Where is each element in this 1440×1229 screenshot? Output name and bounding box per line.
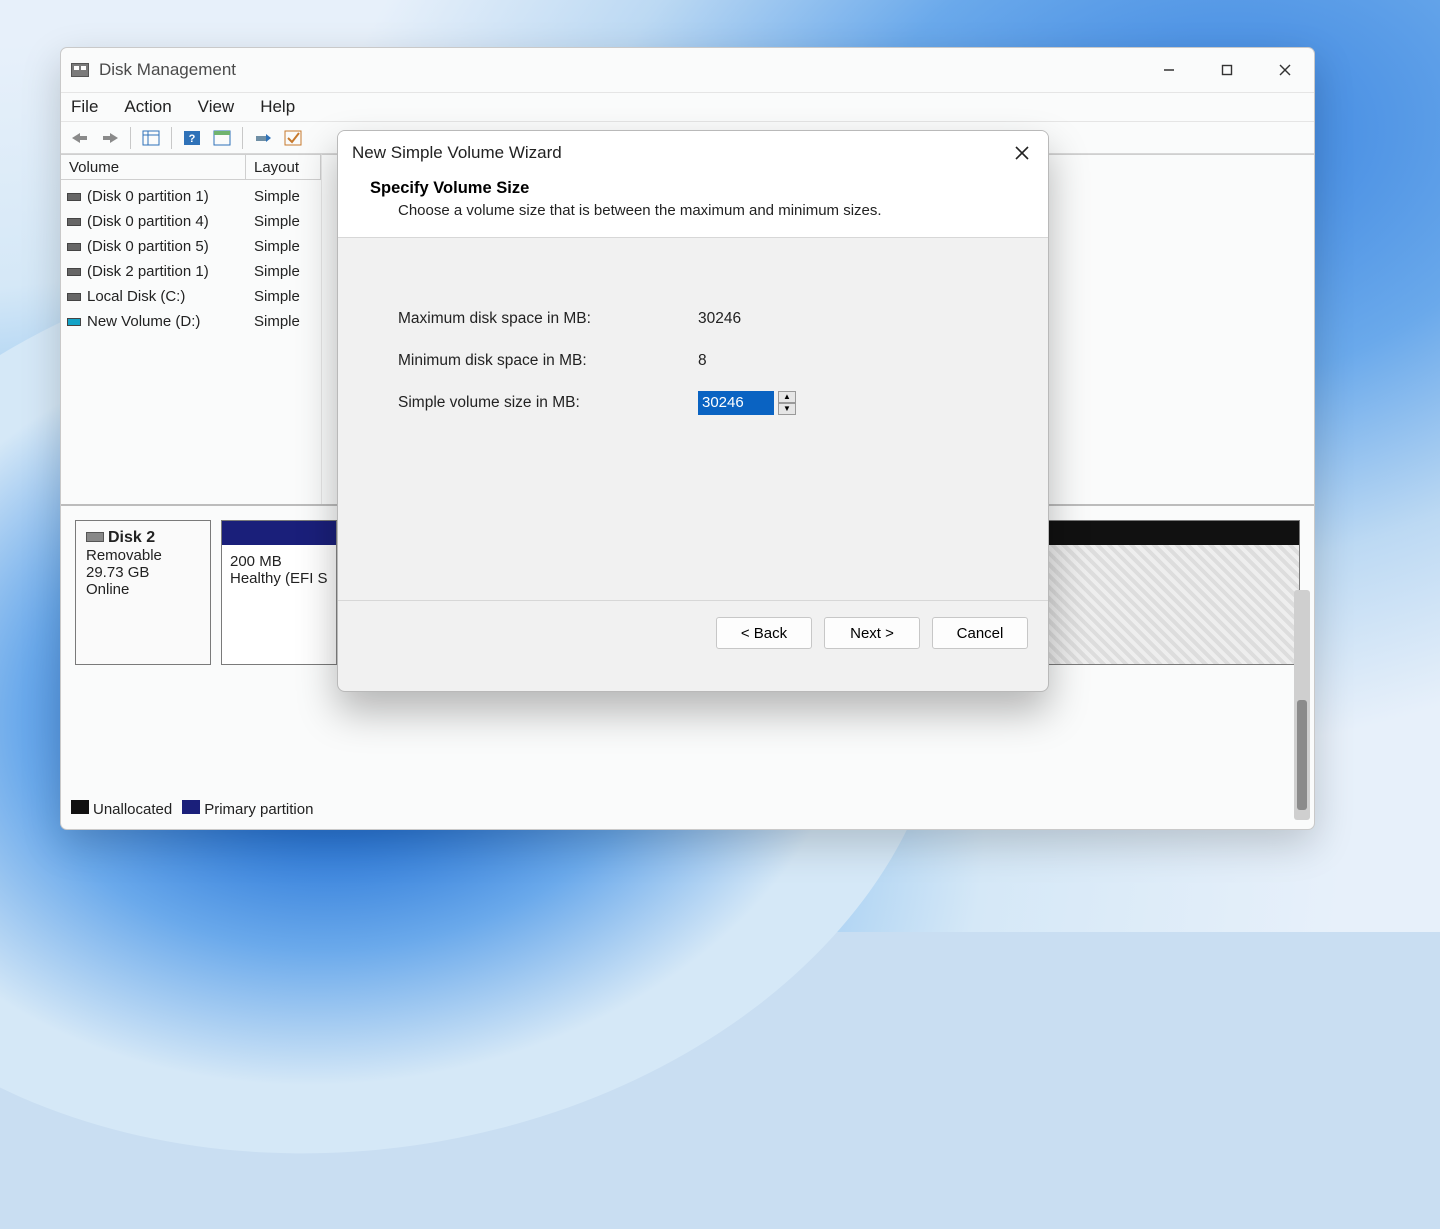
table-row[interactable]: New Volume (D:) Simple xyxy=(61,309,321,334)
volume-name: Local Disk (C:) xyxy=(87,288,185,305)
titlebar: Disk Management xyxy=(61,48,1314,92)
cancel-button[interactable]: Cancel xyxy=(932,617,1028,649)
menu-help[interactable]: Help xyxy=(260,97,295,117)
detail-view-icon[interactable] xyxy=(209,126,235,150)
spinner-up-icon[interactable]: ▲ xyxy=(778,391,796,403)
menu-view[interactable]: View xyxy=(198,97,235,117)
volume-layout: Simple xyxy=(246,263,321,280)
app-icon xyxy=(71,63,89,77)
segment-status: Healthy (EFI S xyxy=(230,570,328,587)
col-volume[interactable]: Volume xyxy=(61,155,246,179)
next-button[interactable]: Next > xyxy=(824,617,920,649)
segment-size: 200 MB xyxy=(230,553,328,570)
menu-bar: File Action View Help xyxy=(61,92,1314,122)
disk-icon xyxy=(86,532,104,542)
back-icon[interactable] xyxy=(67,126,93,150)
legend-swatch-unallocated xyxy=(71,800,89,814)
disk-info[interactable]: Disk 2 Removable 29.73 GB Online xyxy=(75,520,211,665)
volume-name: New Volume (D:) xyxy=(87,313,200,330)
max-space-label: Maximum disk space in MB: xyxy=(398,310,698,328)
menu-file[interactable]: File xyxy=(71,97,98,117)
disk-size: 29.73 GB xyxy=(86,564,200,581)
table-row[interactable]: (Disk 0 partition 4) Simple xyxy=(61,209,321,234)
volume-layout: Simple xyxy=(246,188,321,205)
wizard-heading: Specify Volume Size xyxy=(370,179,1016,198)
window-title: Disk Management xyxy=(99,60,236,80)
volume-layout: Simple xyxy=(246,238,321,255)
volume-icon xyxy=(67,218,81,226)
table-row[interactable]: Local Disk (C:) Simple xyxy=(61,284,321,309)
table-view-icon[interactable] xyxy=(138,126,164,150)
help-icon[interactable]: ? xyxy=(179,126,205,150)
scrollbar-thumb[interactable] xyxy=(1297,700,1307,810)
legend-primary: Primary partition xyxy=(204,801,313,818)
legend-unallocated: Unallocated xyxy=(93,801,172,818)
partition-segment[interactable]: 200 MB Healthy (EFI S xyxy=(222,521,337,664)
volume-name: (Disk 2 partition 1) xyxy=(87,263,209,280)
disk-status: Online xyxy=(86,581,200,598)
svg-text:?: ? xyxy=(189,133,196,145)
wizard-close-button[interactable] xyxy=(996,131,1048,175)
table-row[interactable]: (Disk 2 partition 1) Simple xyxy=(61,259,321,284)
back-button[interactable]: < Back xyxy=(716,617,812,649)
wizard-titlebar: New Simple Volume Wizard xyxy=(338,131,1048,175)
disk-label: Disk 2 xyxy=(108,529,155,546)
volume-name: (Disk 0 partition 5) xyxy=(87,238,209,255)
max-space-value: 30246 xyxy=(698,310,898,328)
close-button[interactable] xyxy=(1256,48,1314,92)
spinner-down-icon[interactable]: ▼ xyxy=(778,403,796,415)
scrollbar[interactable] xyxy=(1294,590,1310,820)
maximize-button[interactable] xyxy=(1198,48,1256,92)
menu-action[interactable]: Action xyxy=(124,97,171,117)
new-simple-volume-wizard: New Simple Volume Wizard Specify Volume … xyxy=(337,130,1049,692)
table-row[interactable]: (Disk 0 partition 5) Simple xyxy=(61,234,321,259)
check-icon[interactable] xyxy=(280,126,306,150)
wizard-subheading: Choose a volume size that is between the… xyxy=(370,202,1016,219)
volume-icon xyxy=(67,293,81,301)
volume-layout: Simple xyxy=(246,288,321,305)
volume-icon xyxy=(67,243,81,251)
volume-size-spinner: ▲ ▼ xyxy=(698,391,898,415)
disk-type: Removable xyxy=(86,547,200,564)
col-layout[interactable]: Layout xyxy=(246,155,321,179)
minimize-button[interactable] xyxy=(1140,48,1198,92)
action-icon[interactable] xyxy=(250,126,276,150)
legend: Unallocated Primary partition xyxy=(71,797,313,821)
forward-icon[interactable] xyxy=(97,126,123,150)
volume-name: (Disk 0 partition 4) xyxy=(87,213,209,230)
volume-size-label: Simple volume size in MB: xyxy=(398,394,698,412)
volume-layout: Simple xyxy=(246,213,321,230)
min-space-value: 8 xyxy=(698,352,898,370)
wizard-title: New Simple Volume Wizard xyxy=(352,143,562,163)
volume-size-input[interactable] xyxy=(698,391,774,415)
volume-icon xyxy=(67,193,81,201)
legend-swatch-primary xyxy=(182,800,200,814)
table-row[interactable]: (Disk 0 partition 1) Simple xyxy=(61,184,321,209)
volume-table: Volume Layout (Disk 0 partition 1) Simple… xyxy=(61,154,321,504)
min-space-label: Minimum disk space in MB: xyxy=(398,352,698,370)
volume-layout: Simple xyxy=(246,313,321,330)
volume-icon xyxy=(67,268,81,276)
volume-icon xyxy=(67,318,81,326)
volume-name: (Disk 0 partition 1) xyxy=(87,188,209,205)
